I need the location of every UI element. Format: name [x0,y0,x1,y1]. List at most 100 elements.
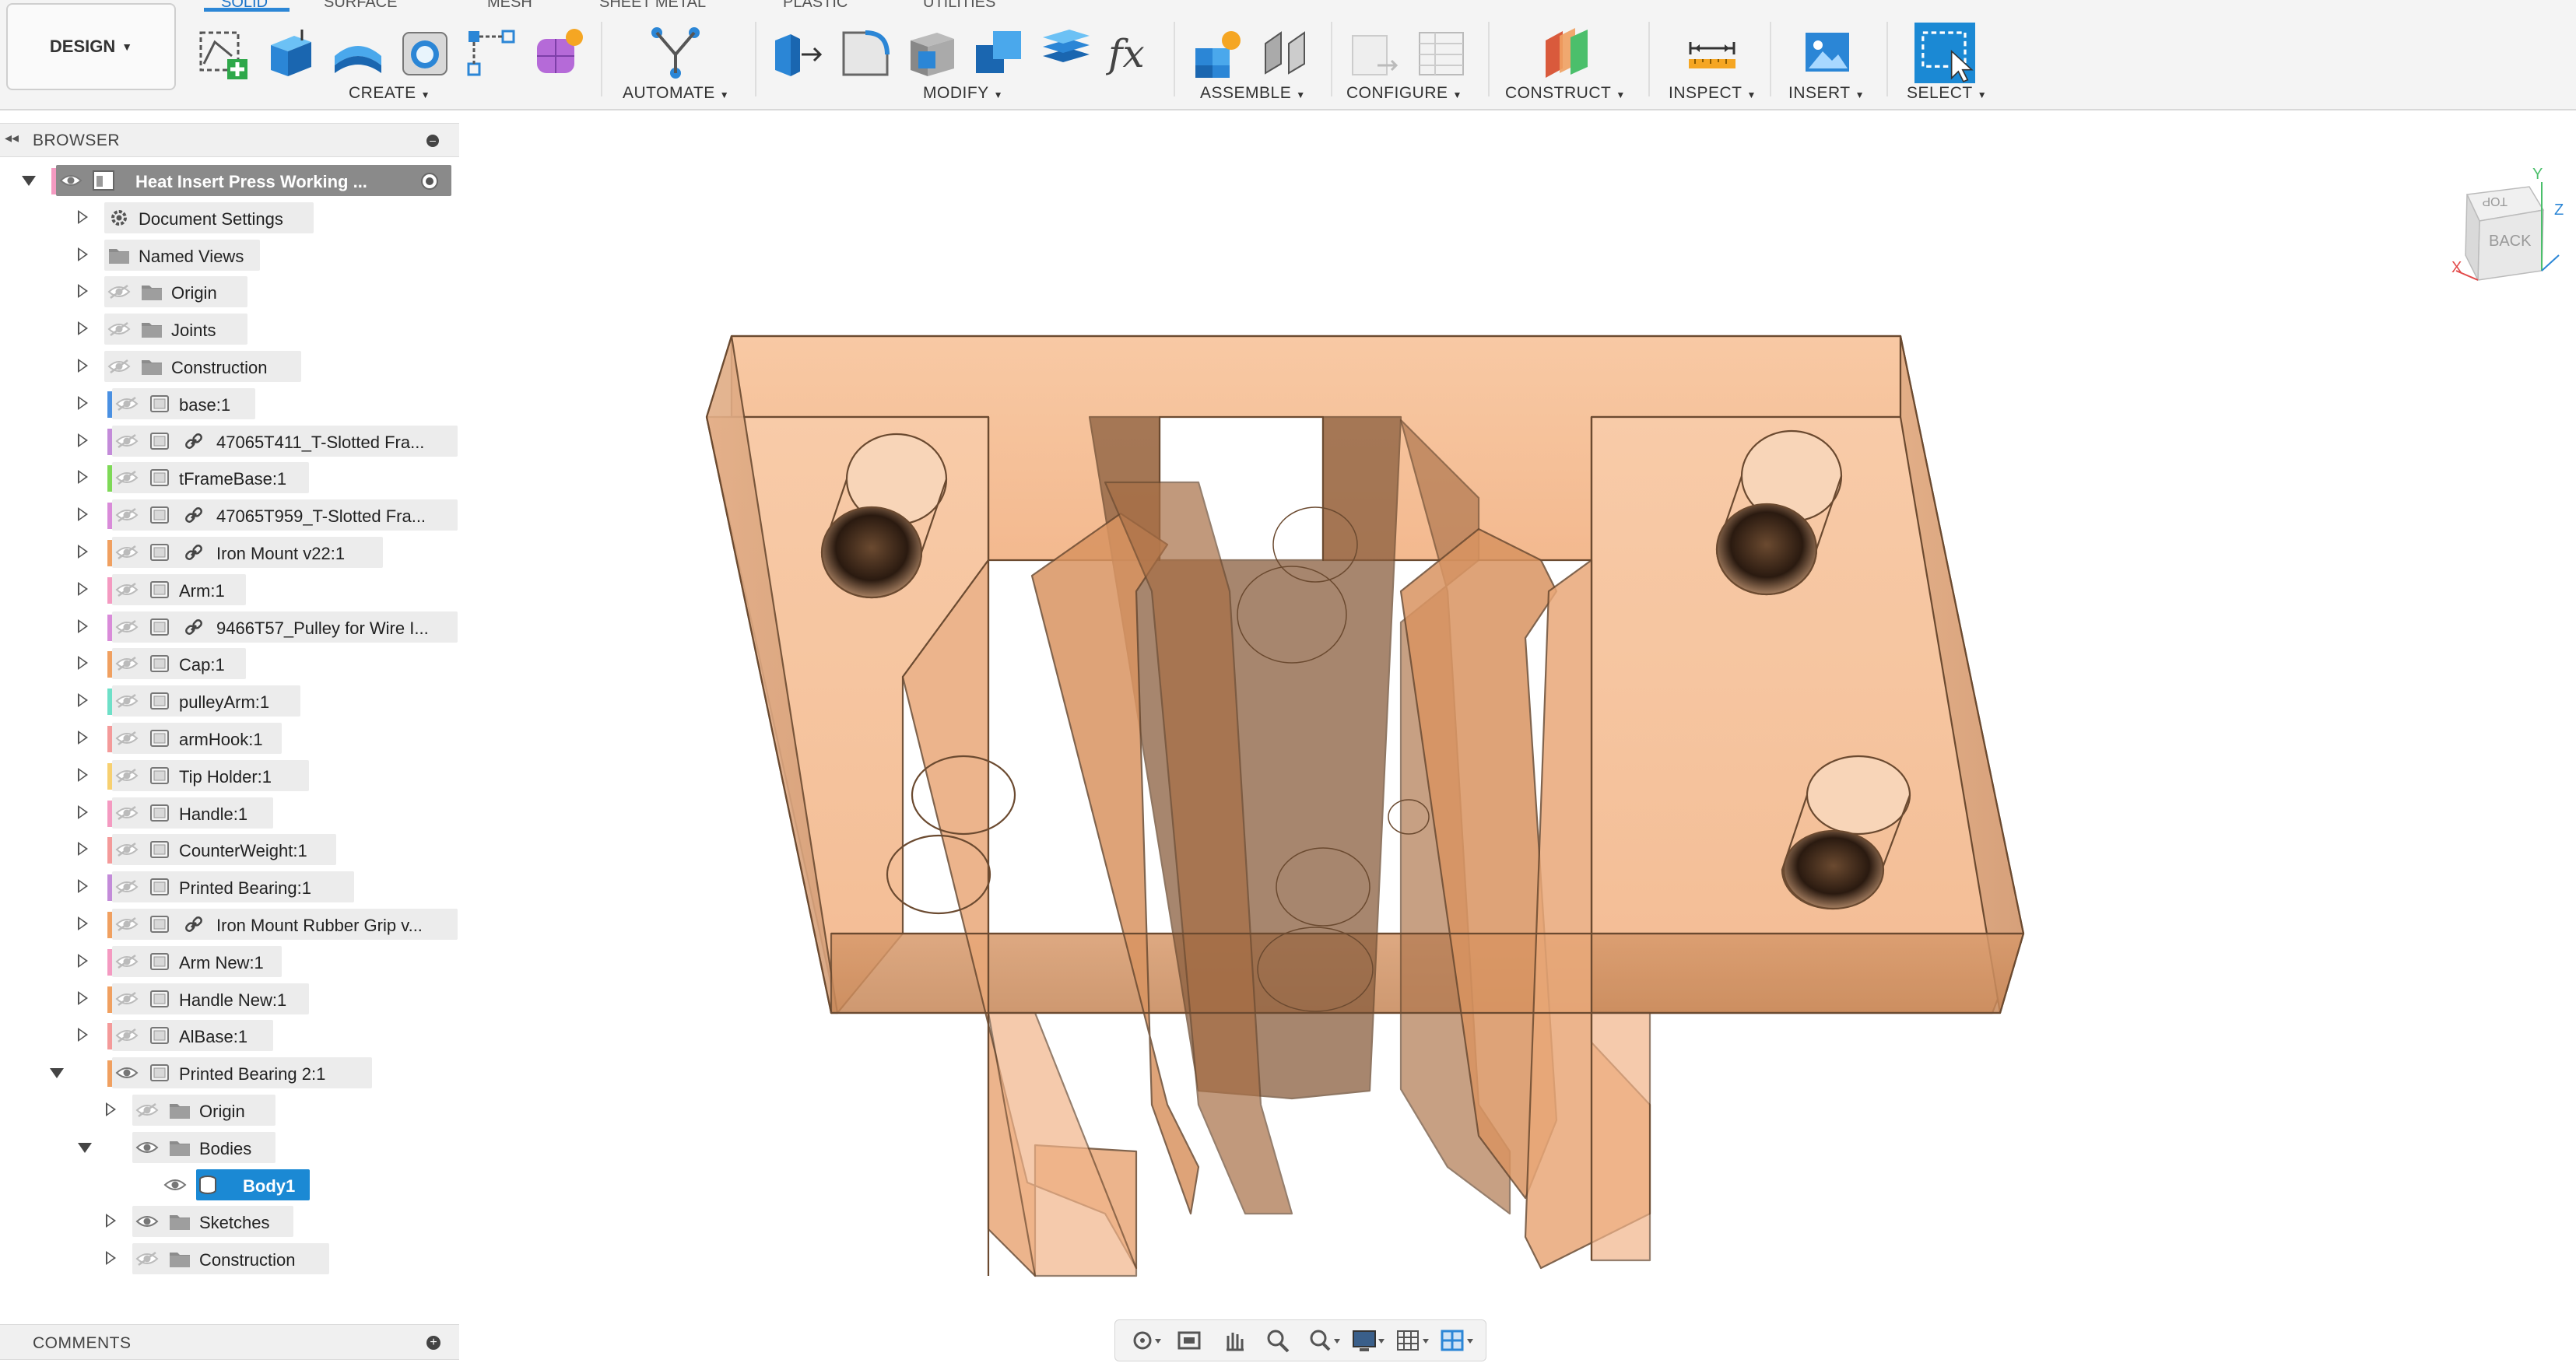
expand-arrow-icon[interactable] [78,209,88,224]
eye-hidden-icon[interactable] [115,396,139,412]
eye-hidden-icon[interactable] [107,321,131,337]
tree-item[interactable]: CounterWeight:1 [0,834,459,866]
parameters-icon[interactable]: fx [1105,25,1161,81]
eye-hidden-icon[interactable] [115,991,139,1007]
tree-item[interactable]: Construction [0,351,459,382]
expand-arrow-icon[interactable] [78,618,88,633]
revolve-icon[interactable] [330,25,386,81]
new-component-icon[interactable] [1191,25,1247,81]
tree-item[interactable]: tFrameBase:1 [0,462,459,494]
expand-arrow-icon[interactable] [78,545,88,559]
tree-item[interactable]: Bodies [0,1131,459,1163]
fillet-icon[interactable] [837,25,893,81]
eye-icon[interactable] [115,1065,139,1081]
tree-item[interactable]: 47065T411_T-Slotted Fra... [0,425,459,457]
expand-arrow-icon[interactable] [106,1214,116,1228]
eye-hidden-icon[interactable] [115,805,139,821]
collapse-arrow-icon[interactable] [50,1068,64,1079]
shell-icon[interactable] [904,25,960,81]
tree-item-selected[interactable]: Body1 [0,1169,459,1200]
expand-arrow-icon[interactable] [78,767,88,782]
image-icon[interactable] [1799,25,1855,81]
hole-icon[interactable] [397,25,453,81]
viewport-canvas[interactable] [467,110,2576,1324]
eye-hidden-icon[interactable] [115,433,139,449]
tree-item[interactable]: Iron Mount Rubber Grip v... [0,909,459,940]
eye-hidden-icon[interactable] [115,470,139,485]
tree-item[interactable]: Printed Bearing:1 [0,871,459,903]
tree-item[interactable]: Handle:1 [0,797,459,829]
eye-hidden-icon[interactable] [115,507,139,523]
eye-hidden-icon[interactable] [115,916,139,932]
eye-hidden-icon[interactable] [115,768,139,783]
expand-arrow-icon[interactable] [78,359,88,373]
expand-arrow-icon[interactable] [78,433,88,447]
eye-icon[interactable] [135,1214,159,1229]
eye-hidden-icon[interactable] [115,879,139,895]
tree-item[interactable]: armHook:1 [0,723,459,754]
eye-hidden-icon[interactable] [135,1102,159,1118]
tree-item[interactable]: 9466T57_Pulley for Wire I... [0,611,459,643]
tree-item[interactable]: Sketches [0,1206,459,1238]
collapse-arrow-icon[interactable] [78,1142,92,1153]
tree-item[interactable]: Printed Bearing 2:1 [0,1057,459,1089]
press-pull-icon[interactable] [770,25,826,81]
select-menu[interactable]: SELECT ▼ [1907,84,1987,103]
expand-arrow-icon[interactable] [106,1102,116,1116]
tree-item[interactable]: Cap:1 [0,648,459,680]
tree-item[interactable]: Origin [0,1095,459,1126]
inspect-menu[interactable]: INSPECT ▼ [1669,84,1757,103]
tab-sheet-metal[interactable]: SHEET METAL [599,0,706,11]
expand-arrow-icon[interactable] [78,842,88,857]
minimize-panel-icon[interactable]: – [426,135,439,147]
tree-item[interactable]: Iron Mount v22:1 [0,537,459,568]
tree-item[interactable]: AlBase:1 [0,1020,459,1052]
tree-item[interactable]: 47065T959_T-Slotted Fra... [0,499,459,531]
eye-hidden-icon[interactable] [115,954,139,969]
expand-arrow-icon[interactable] [78,247,88,261]
eye-hidden-icon[interactable] [107,284,131,300]
tree-item[interactable]: Document Settings [0,201,459,233]
eye-hidden-icon[interactable] [115,731,139,746]
eye-hidden-icon[interactable] [115,619,139,635]
eye-icon[interactable] [59,173,82,188]
expand-arrow-icon[interactable] [78,581,88,596]
body1-model[interactable] [705,335,2025,1277]
collapse-arrow-icon[interactable] [22,176,36,186]
insert-menu[interactable]: INSERT ▼ [1788,84,1865,103]
add-comment-icon[interactable]: + [426,1336,440,1350]
joint-icon[interactable] [1258,25,1314,81]
expand-arrow-icon[interactable] [78,804,88,819]
expand-arrow-icon[interactable] [78,1028,88,1042]
zoom-window-icon[interactable] [1306,1326,1340,1354]
tree-item[interactable]: Arm:1 [0,573,459,605]
expand-arrow-icon[interactable] [78,507,88,522]
expand-arrow-icon[interactable] [78,693,88,708]
tree-item[interactable]: pulleyArm:1 [0,685,459,717]
eye-hidden-icon[interactable] [115,1028,139,1043]
expand-arrow-icon[interactable] [78,916,88,930]
pan-icon[interactable] [1217,1326,1251,1354]
tab-surface[interactable]: SURFACE [324,0,397,11]
activate-radio-icon[interactable] [420,172,439,191]
eye-icon[interactable] [135,1140,159,1155]
expand-arrow-icon[interactable] [78,284,88,299]
eye-icon[interactable] [163,1177,187,1193]
plane-icon[interactable] [1539,25,1595,81]
eye-hidden-icon[interactable] [135,1251,159,1267]
expand-arrow-icon[interactable] [78,395,88,410]
workspace-switcher[interactable]: DESIGN ▼ [6,3,176,90]
tree-item[interactable]: Handle New:1 [0,983,459,1014]
tree-item[interactable]: Named Views [0,239,459,271]
pattern-icon[interactable] [464,25,520,81]
collapse-panel-icon[interactable]: ◂◂ [5,130,19,146]
expand-arrow-icon[interactable] [78,990,88,1005]
expand-arrow-icon[interactable] [78,470,88,485]
look-at-icon[interactable] [1173,1326,1207,1354]
tree-item[interactable]: Construction [0,1243,459,1275]
automate-icon[interactable] [648,25,704,81]
expand-arrow-icon[interactable] [78,731,88,745]
eye-hidden-icon[interactable] [115,582,139,597]
display-settings-icon[interactable] [1350,1326,1385,1354]
eye-hidden-icon[interactable] [115,545,139,560]
